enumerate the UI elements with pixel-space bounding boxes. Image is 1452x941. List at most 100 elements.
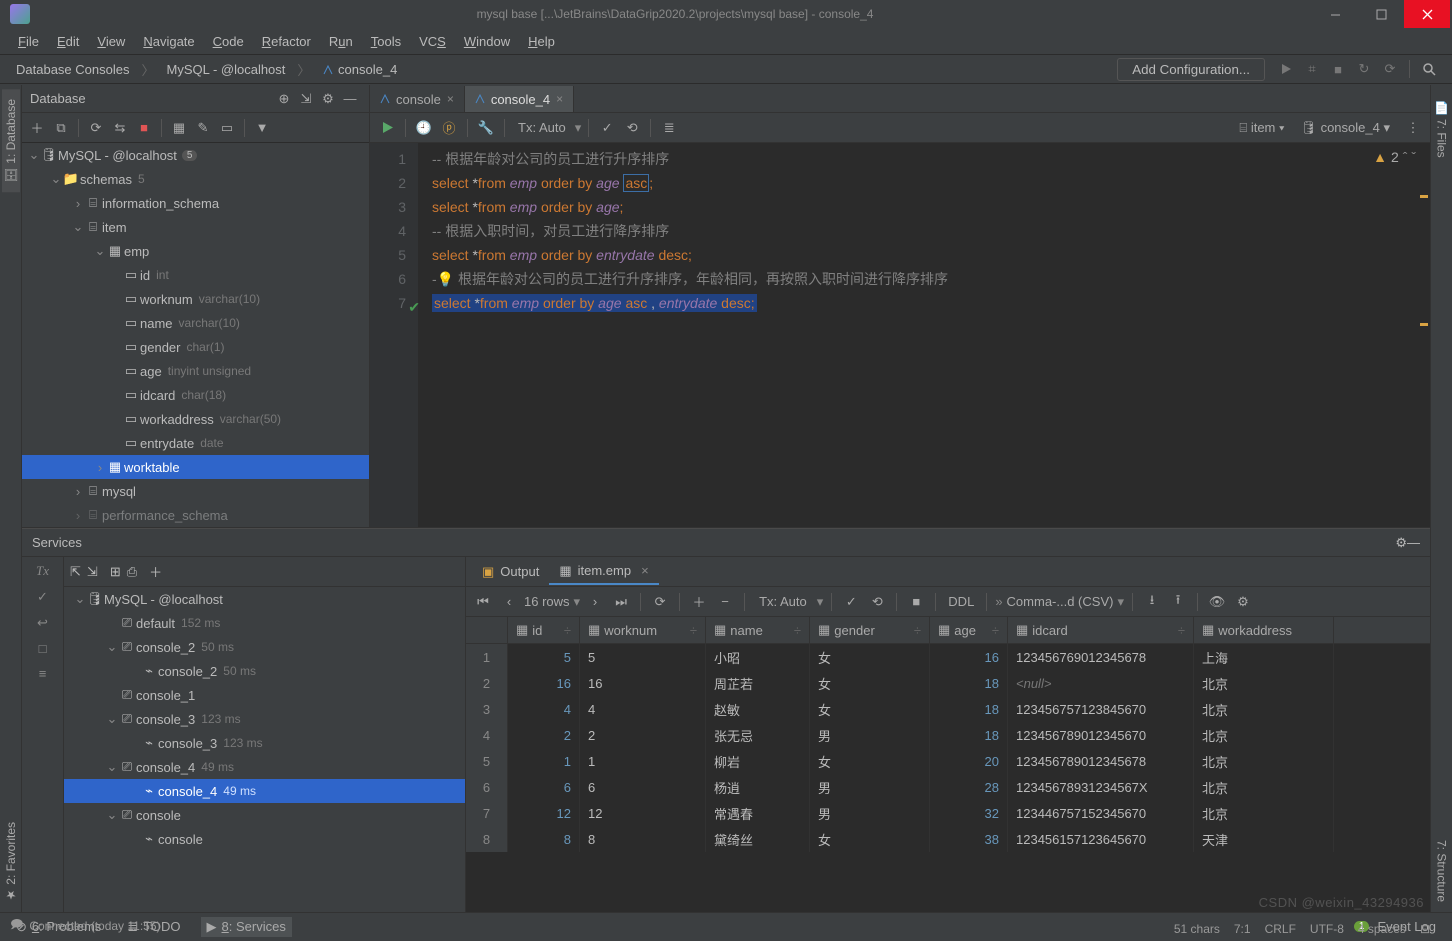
refresh-icon[interactable]: ⟳ — [85, 117, 107, 139]
collapse-all-icon[interactable]: ⇲ — [87, 564, 98, 580]
last-page-icon[interactable]: ⏭ — [610, 591, 632, 613]
dump-icon[interactable]: ⭱ — [1167, 591, 1189, 613]
menu-navigate[interactable]: Navigate — [135, 32, 202, 51]
add-configuration-button[interactable]: Add Configuration... — [1117, 58, 1265, 81]
tree-column[interactable]: ▭idint — [22, 263, 369, 287]
menu-tools[interactable]: Tools — [363, 32, 409, 51]
menu-refactor[interactable]: Refactor — [254, 32, 319, 51]
commit-icon[interactable]: ✓ — [596, 117, 618, 139]
service-item[interactable]: ⎚default152 ms — [64, 611, 465, 635]
table-row[interactable]: 5 1 1 柳岩 女 20 123456789012345678 北京 — [466, 748, 1430, 774]
rollback-icon[interactable]: ⟲ — [621, 117, 643, 139]
minimize-button[interactable] — [1312, 0, 1358, 28]
sql-editor[interactable]: 1234 567✔ -- 根据年龄对公司的员工进行升序排序select *fro… — [370, 143, 1430, 527]
cancel-icon[interactable]: ■ — [905, 591, 927, 613]
view-icon[interactable]: 👁 — [1206, 591, 1228, 613]
ddl-button[interactable]: DDL — [944, 594, 978, 609]
session-selector[interactable]: 🛢 console_4 ▾ — [1300, 120, 1390, 136]
column-header[interactable]: ▦ workaddress — [1194, 617, 1334, 643]
tree-column[interactable]: ▭namevarchar(10) — [22, 311, 369, 335]
expand-icon[interactable]: ⇲ — [295, 88, 317, 110]
filter-icon[interactable]: ⎙ — [127, 564, 137, 580]
database-tree[interactable]: ⌄🛢MySQL - @localhost5 ⌄📁schemas5 ›⌸infor… — [22, 143, 369, 527]
rerun-icon[interactable]: ↻ — [1353, 58, 1375, 80]
tree-item-selected[interactable]: ›▦worktable — [22, 455, 369, 479]
debug-icon[interactable]: ⌗ — [1301, 58, 1323, 80]
column-header[interactable]: ▦ id÷ — [508, 617, 580, 643]
service-item[interactable]: ⌁console_449 ms — [64, 779, 465, 803]
rollback-icon[interactable]: ⟲ — [866, 591, 888, 613]
edit-icon[interactable]: ✎ — [192, 117, 214, 139]
table-row[interactable]: 4 2 2 张无忌 男 18 123456789012345670 北京 — [466, 722, 1430, 748]
service-item[interactable]: ⌄⎚console — [64, 803, 465, 827]
add-icon[interactable]: ＋ — [149, 562, 162, 581]
tree-column[interactable]: ▭idcardchar(18) — [22, 383, 369, 407]
execute-icon[interactable] — [376, 117, 398, 139]
prev-page-icon[interactable]: ‹ — [498, 591, 520, 613]
tree-column[interactable]: ▭worknumvarchar(10) — [22, 287, 369, 311]
files-tool-tab[interactable]: 📄 7: Files — [1433, 91, 1451, 168]
result-grid[interactable]: ▦ id÷ ▦ worknum÷ ▦ name÷ ▦ gender÷ ▦ age… — [466, 617, 1430, 912]
tx-mode-select[interactable]: Tx: Auto — [512, 118, 572, 137]
service-item[interactable]: ⌁console_3123 ms — [64, 731, 465, 755]
menu-file[interactable]: File — [10, 32, 47, 51]
table-row[interactable]: 3 4 4 赵敏 女 18 123456757123845670 北京 — [466, 696, 1430, 722]
breadcrumb[interactable]: MySQL - @localhost — [160, 60, 291, 79]
console-icon[interactable]: ▭ — [216, 117, 238, 139]
next-page-icon[interactable]: › — [584, 591, 606, 613]
menu-edit[interactable]: Edit — [49, 32, 87, 51]
update-icon[interactable]: ⟳ — [1379, 58, 1401, 80]
service-item[interactable]: ⌁console — [64, 827, 465, 851]
hide-panel-icon[interactable]: — — [339, 88, 361, 110]
services-tab[interactable]: ▶ 8: Services — [201, 917, 292, 937]
explain-plan-icon[interactable]: ⓟ — [438, 117, 460, 139]
filter-icon[interactable]: ▼ — [251, 117, 273, 139]
group-icon[interactable]: ⊞ — [110, 564, 121, 580]
column-header[interactable]: ▦ gender÷ — [810, 617, 930, 643]
settings-icon[interactable]: ≡ — [39, 666, 47, 681]
column-header[interactable]: ▦ age÷ — [930, 617, 1008, 643]
database-tool-tab[interactable]: 🗄 1: Database — [2, 89, 20, 192]
more-icon[interactable]: ⋮ — [1402, 117, 1424, 139]
expand-all-icon[interactable]: ⇱ — [70, 564, 81, 580]
editor-tab[interactable]: console× — [370, 86, 465, 112]
gear-icon[interactable]: ⚙ — [317, 88, 339, 110]
stop-icon[interactable]: ■ — [1327, 58, 1349, 80]
search-everywhere-icon[interactable] — [1418, 58, 1440, 80]
gear-icon[interactable]: ⚙ — [1232, 591, 1254, 613]
commit-icon[interactable]: ✓ — [840, 591, 862, 613]
menu-vcs[interactable]: VCS — [411, 32, 454, 51]
service-item[interactable]: ⌁console_250 ms — [64, 659, 465, 683]
gear-icon[interactable]: ⚙ — [1395, 535, 1407, 551]
table-row[interactable]: 1 5 5 小昭 女 16 123456769012345678 上海 — [466, 644, 1430, 670]
settings-icon[interactable]: ≣ — [658, 117, 680, 139]
output-tab[interactable]: ▣Output — [472, 560, 549, 584]
menu-view[interactable]: View — [89, 32, 133, 51]
tx-mode-select[interactable]: Tx: Auto — [753, 592, 813, 611]
breadcrumb[interactable]: Database Consoles — [10, 60, 135, 79]
breadcrumb[interactable]: console_4 — [316, 60, 403, 79]
favorites-tool-tab[interactable]: ★ 2: Favorites — [2, 812, 20, 912]
add-icon[interactable]: ＋ — [26, 117, 48, 139]
wrench-icon[interactable]: 🔧 — [475, 117, 497, 139]
tree-column[interactable]: ▭workaddressvarchar(50) — [22, 407, 369, 431]
close-icon[interactable]: × — [447, 92, 454, 106]
menu-help[interactable]: Help — [520, 32, 563, 51]
service-item[interactable]: ⌄⎚console_3123 ms — [64, 707, 465, 731]
inspection-widget[interactable]: ▲2 ˆ ˇ — [1373, 149, 1416, 165]
export-format-select[interactable]: Comma-...d (CSV) — [1007, 594, 1114, 609]
schema-selector[interactable]: ⌸ item ▾ — [1239, 120, 1284, 136]
hide-panel-icon[interactable]: — — [1407, 535, 1420, 550]
close-button[interactable] — [1404, 0, 1450, 28]
cancel-icon[interactable]: □ — [39, 641, 47, 656]
menu-window[interactable]: Window — [456, 32, 518, 51]
reload-icon[interactable]: ⟳ — [649, 591, 671, 613]
inspection-indicator-icon[interactable]: ⊡ — [1420, 922, 1430, 936]
tree-column[interactable]: ▭genderchar(1) — [22, 335, 369, 359]
service-item[interactable]: ⌄⎚console_250 ms — [64, 635, 465, 659]
menu-run[interactable]: Run — [321, 32, 361, 51]
maximize-button[interactable] — [1358, 0, 1404, 28]
duplicate-icon[interactable]: ⧉ — [50, 117, 72, 139]
first-page-icon[interactable]: ⏮ — [472, 591, 494, 613]
tree-column[interactable]: ▭entrydatedate — [22, 431, 369, 455]
